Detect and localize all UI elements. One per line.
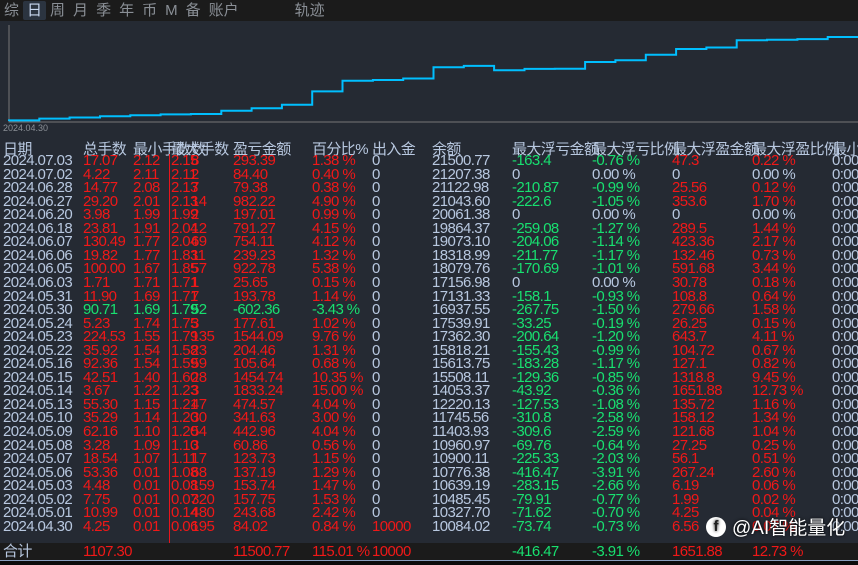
column-divider — [169, 154, 170, 543]
table-row[interactable]: 2024.05.09 62.16 1.10 1.20 54 442.96 4.04 % 0 11… — [0, 424, 858, 439]
footer-label: 合计 — [3, 543, 32, 560]
tab-0[interactable]: 综 — [0, 1, 23, 20]
footer-max-profit: 1651.88 — [672, 543, 723, 560]
cell-数: 195 — [191, 517, 215, 535]
balance-line — [8, 36, 858, 122]
tab-9[interactable]: 账户 — [205, 1, 243, 20]
daily-report-table[interactable]: 2024.07.03 17.07 2.12 2.15 8 293.39 1.38 % 0 215… — [0, 153, 858, 544]
table-footer-totals: 合计 1107.30 11500.77 115.01 % 10000 -416.… — [0, 543, 858, 560]
cell-百分比%: 0.84 % — [312, 517, 356, 535]
horizontal-scrollbar[interactable] — [0, 560, 858, 565]
cell-最小手数: 0.01 — [133, 517, 160, 535]
table-row[interactable]: 2024.06.06 19.82 1.77 1.83 11 239.23 1.32 % 0 18… — [0, 248, 858, 263]
table-row[interactable]: 2024.05.14 3.67 1.22 1.23 3 1833.24 15.00 % 0 14… — [0, 383, 858, 398]
table-row[interactable]: 2024.05.22 35.92 1.54 1.58 23 204.46 1.31 % 0 15… — [0, 343, 858, 358]
table-row[interactable]: 2024.06.27 29.20 2.01 2.13 14 982.22 4.90 % 0 21… — [0, 194, 858, 209]
table-row[interactable]: 2024.06.18 23.81 1.91 2.04 12 791.27 4.15 % 0 19… — [0, 221, 858, 236]
tab-2[interactable]: 周 — [46, 1, 69, 20]
table-row[interactable]: 2024.06.07 130.49 1.77 2.04 69 754.11 4.12 % 0 1… — [0, 234, 858, 249]
tab-3[interactable]: 月 — [69, 1, 92, 20]
cell-最大浮盈金额: 6.56 — [672, 517, 699, 535]
table-row[interactable]: 2024.07.03 17.07 2.12 2.15 8 293.39 1.38 % 0 215… — [0, 153, 858, 168]
tab-4[interactable]: 季 — [92, 1, 115, 20]
table-row[interactable]: 2024.05.08 3.28 1.09 1.10 3 60.86 0.56 % 0 10960… — [0, 438, 858, 453]
cell-余额: 10084.02 — [432, 517, 490, 535]
tab-6[interactable]: 币 — [138, 1, 161, 20]
table-row[interactable]: 2024.05.31 11.90 1.69 1.71 7 193.78 1.14 % 0 171… — [0, 289, 858, 304]
table-row[interactable]: 2024.06.05 100.00 1.67 1.85 57 922.78 5.38 % 0 1… — [0, 261, 858, 276]
footer-pnl: 11500.77 — [233, 543, 290, 560]
cell-最大浮亏金额: -73.74 — [512, 517, 552, 535]
watermark: f @AI智能量化 — [706, 513, 845, 540]
chart-start-date: 2024.04.30 — [3, 123, 49, 133]
cell-盈亏金额: 84.02 — [233, 517, 268, 535]
table-row[interactable]: 2024.06.20 3.98 1.99 1.99 2 197.01 0.99 % 0 2006… — [0, 207, 858, 222]
footer-pct: 115.01 % — [312, 543, 370, 560]
table-row[interactable]: 2024.05.03 4.48 0.01 0.08 159 153.74 1.47 % 0 10… — [0, 478, 858, 493]
table-row[interactable]: 2024.05.15 42.51 1.40 1.60 28 1454.74 10.35 % 0… — [0, 370, 858, 385]
table-row[interactable]: 2024.05.23 224.53 1.55 1.79 135 1544.09 9.76 %… — [0, 329, 858, 344]
table-row[interactable]: 2024.05.06 53.36 0.01 1.08 68 137.19 1.29 % 0 10… — [0, 465, 858, 480]
brand-logo-icon: f — [706, 516, 726, 537]
table-row[interactable]: 2024.05.16 92.36 1.54 1.59 59 105.64 0.68 % 0 15… — [0, 356, 858, 371]
tab-7[interactable]: M — [161, 1, 182, 20]
tab-1[interactable]: 日 — [23, 1, 47, 20]
table-row[interactable]: 2024.06.03 1.71 1.71 1.71 1 25.65 0.15 % 0 17156… — [0, 275, 858, 290]
cell-总手数: 4.25 — [83, 517, 110, 535]
watermark-text: @AI智能量化 — [732, 518, 846, 539]
table-row[interactable]: 2024.05.24 5.23 1.74 1.75 3 177.61 1.02 % 0 1753… — [0, 316, 858, 331]
table-row[interactable]: 2024.07.02 4.22 2.11 2.11 2 84.40 0.40 % 0 21207… — [0, 167, 858, 182]
footer-inout: 10000 — [372, 543, 411, 560]
period-tab-bar: 综日周月季年币 M 备账户 轨迹 — [0, 0, 858, 21]
table-row[interactable]: 2024.05.10 35.29 1.14 1.20 30 341.63 3.00 % 0 11… — [0, 410, 858, 425]
footer-max-loss: -416.47 — [512, 543, 559, 560]
cell-最大浮亏比例: -0.73 % — [592, 517, 640, 535]
table-row[interactable]: 2024.05.30 90.71 1.69 1.79 52 -602.36 -3.43 % 0… — [0, 302, 858, 317]
tab-5[interactable]: 年 — [115, 1, 138, 20]
table-row[interactable]: 2024.05.02 7.75 0.01 0.07 320 157.75 1.53 % 0 10… — [0, 492, 858, 507]
footer-max-profit-pct: 12.73 % — [752, 543, 803, 560]
balance-chart — [8, 25, 858, 123]
tab-10[interactable]: 轨迹 — [291, 1, 329, 20]
footer-total-lots: 1107.30 — [83, 543, 133, 560]
cell-出入金: 10000 — [372, 517, 411, 535]
cell-日期: 2024.04.30 — [3, 517, 73, 535]
table-row[interactable]: 2024.05.07 18.54 1.07 1.11 17 123.73 1.15 % 0 10… — [0, 451, 858, 466]
table-row[interactable]: 2024.06.28 14.77 2.08 2.13 7 79.38 0.38 % 0 2112… — [0, 180, 858, 195]
tab-8[interactable]: 备 — [182, 1, 205, 20]
footer-max-loss-pct: -3.91 % — [592, 543, 640, 560]
table-row[interactable]: 2024.05.13 55.30 1.15 1.21 47 474.57 4.04 % 0 12… — [0, 397, 858, 412]
